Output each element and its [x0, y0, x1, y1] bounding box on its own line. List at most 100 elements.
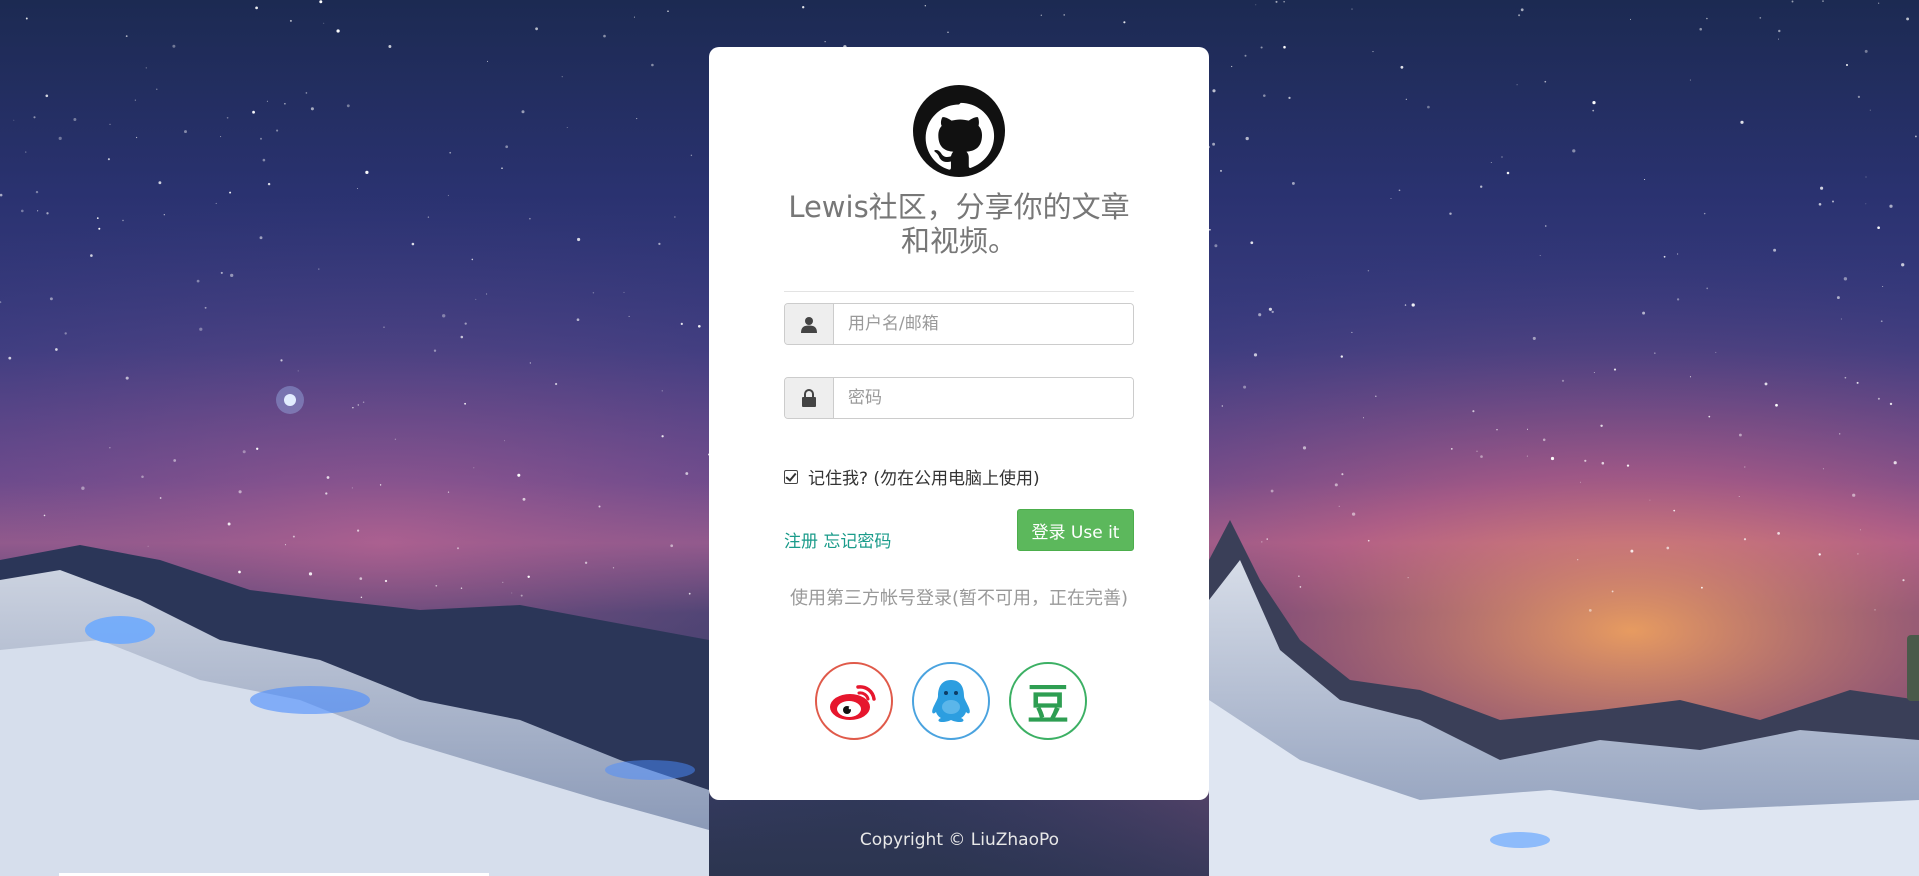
star	[1889, 204, 1893, 208]
star	[1832, 200, 1834, 203]
star	[1592, 109, 1595, 112]
weibo-login-button[interactable]	[815, 662, 893, 740]
remember-me[interactable]: 记住我? (勿在公用电脑上使用)	[784, 464, 1040, 489]
star	[1221, 405, 1223, 407]
star	[1778, 29, 1781, 33]
star	[134, 99, 136, 101]
star	[1901, 263, 1905, 267]
star	[504, 440, 506, 442]
username-input[interactable]	[834, 304, 1133, 344]
star	[266, 100, 268, 102]
star	[297, 370, 299, 372]
star	[1545, 225, 1547, 227]
star	[1840, 318, 1842, 320]
star	[1777, 532, 1780, 535]
star	[1258, 313, 1262, 317]
star	[433, 349, 437, 352]
footer-copyright: Copyright © LiuZhaoPo	[859, 830, 1060, 850]
side-widget-tab[interactable]	[1907, 635, 1919, 701]
star	[674, 216, 676, 218]
star	[1544, 80, 1547, 83]
star	[529, 362, 531, 364]
star	[284, 544, 287, 546]
star	[1288, 96, 1291, 100]
qq-login-button[interactable]	[912, 662, 990, 740]
star	[486, 293, 488, 295]
star	[326, 476, 330, 479]
star	[394, 438, 397, 440]
star	[1367, 270, 1370, 272]
remember-checkbox[interactable]	[784, 469, 798, 484]
star	[1759, 17, 1762, 19]
star	[688, 592, 691, 595]
star	[1778, 38, 1779, 40]
star	[1449, 212, 1452, 215]
star	[1708, 415, 1711, 418]
star	[289, 19, 292, 22]
star	[229, 191, 232, 194]
star	[1270, 489, 1274, 493]
star	[1375, 395, 1377, 398]
page-title: Lewis社区，分享你的文章和视频。	[788, 190, 1130, 258]
star	[1889, 402, 1893, 406]
star	[262, 158, 266, 162]
star	[357, 529, 360, 532]
star	[1405, 98, 1407, 100]
star	[577, 237, 581, 242]
star	[362, 401, 365, 403]
star	[1882, 285, 1884, 287]
star	[1791, 0, 1794, 3]
star	[670, 544, 674, 548]
douban-login-button[interactable]: 豆	[1009, 662, 1087, 740]
star	[651, 63, 654, 67]
star	[1338, 505, 1340, 507]
star	[1390, 197, 1392, 199]
star	[460, 335, 464, 339]
star	[1351, 331, 1353, 333]
star	[1400, 65, 1404, 69]
star	[636, 118, 638, 120]
star	[1561, 379, 1565, 382]
forgot-password-link[interactable]: 忘记密码	[823, 532, 891, 552]
star	[1649, 499, 1651, 501]
star	[1764, 382, 1768, 386]
star	[535, 27, 538, 31]
star	[1706, 287, 1709, 290]
star	[215, 202, 217, 204]
star	[1878, 2, 1880, 4]
star	[1877, 397, 1880, 400]
star	[471, 258, 474, 261]
password-input[interactable]	[834, 378, 1133, 418]
star	[1906, 17, 1910, 21]
star	[1255, 4, 1257, 6]
star	[1701, 586, 1703, 589]
star	[598, 505, 601, 508]
star	[1472, 410, 1475, 413]
star	[427, 216, 430, 218]
third-party-title: 使用第三方帐号登录(暂不可用，正在完善)	[789, 588, 1129, 609]
star	[58, 136, 62, 140]
star	[33, 116, 36, 119]
star	[1822, 0, 1824, 2]
star	[1363, 417, 1364, 419]
star	[1298, 575, 1300, 577]
star	[1818, 553, 1821, 556]
star	[230, 273, 234, 278]
github-logo-icon	[913, 85, 1005, 177]
login-button[interactable]: 登录 Use it	[1017, 509, 1134, 551]
star	[1542, 438, 1546, 442]
star	[1864, 49, 1868, 53]
star	[1506, 171, 1510, 175]
star	[8, 356, 12, 360]
star	[1367, 539, 1370, 542]
star	[1220, 169, 1222, 172]
star	[680, 322, 683, 326]
star	[136, 136, 138, 139]
star	[1744, 466, 1746, 468]
star	[1663, 255, 1666, 258]
star	[37, 210, 39, 212]
star	[238, 570, 241, 574]
star	[1261, 541, 1263, 543]
star	[260, 137, 262, 140]
register-link[interactable]: 注册	[784, 532, 818, 552]
